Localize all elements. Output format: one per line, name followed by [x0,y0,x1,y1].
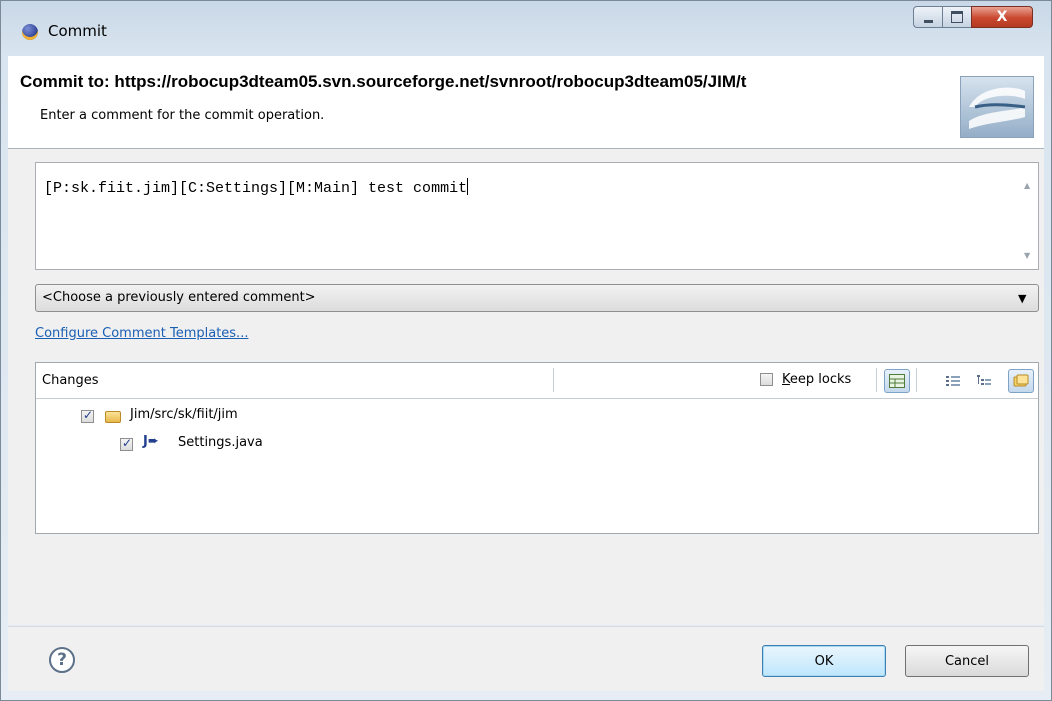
eclipse-icon [22,24,38,40]
scroll-down-icon[interactable]: ▼ [1024,251,1030,260]
compressed-folders-icon[interactable] [1008,369,1034,393]
tree-item-file[interactable]: Settings.java [178,435,263,450]
dialog-title: Commit to: https://robocup3dteam05.svn.s… [20,72,747,91]
chevron-down-icon[interactable]: ▼ [1018,292,1026,305]
header-divider [553,368,554,392]
close-button[interactable]: X [971,6,1033,28]
cancel-button[interactable]: Cancel [905,645,1029,677]
button-bar [8,627,1044,691]
folder-icon [105,411,121,423]
table-view-icon[interactable] [884,369,910,393]
configure-templates-link[interactable]: Configure Comment Templates... [35,326,248,341]
toolbar-separator [916,368,917,392]
tree-item-folder[interactable]: Jim/src/sk/fiit/jim [130,407,238,422]
maximize-icon [951,11,963,23]
text-caret [467,178,469,195]
scroll-up-icon[interactable]: ▲ [1024,181,1030,190]
minimize-button[interactable] [913,6,943,28]
file-checkbox[interactable] [120,436,133,451]
help-icon[interactable]: ? [49,647,75,673]
flat-list-icon[interactable] [940,369,966,393]
toolbar-separator [876,368,877,392]
svn-banner-icon [960,76,1034,138]
dialog-header [8,56,1044,149]
title-bar [1,1,1051,55]
ok-button[interactable]: OK [762,645,886,677]
tree-view-icon[interactable] [971,369,997,393]
folder-checkbox[interactable] [81,408,94,423]
comment-input-text: [P:sk.fiit.jim][C:Settings][M:Main] test… [44,178,469,197]
dialog-description: Enter a comment for the commit operation… [40,108,325,123]
window-title: Commit [48,22,107,40]
comment-scrollbar[interactable]: ▲ ▼ [1018,163,1038,269]
keep-locks-checkbox[interactable] [760,373,773,386]
maximize-button[interactable] [942,6,972,28]
minimize-icon [923,19,933,23]
changes-label: Changes [42,373,99,388]
keep-locks-label[interactable]: Keep locks [782,372,851,387]
java-file-icon: J➨ [143,434,159,449]
previous-comment-selected: <Choose a previously entered comment> [42,290,316,305]
close-icon: X [996,9,1008,25]
